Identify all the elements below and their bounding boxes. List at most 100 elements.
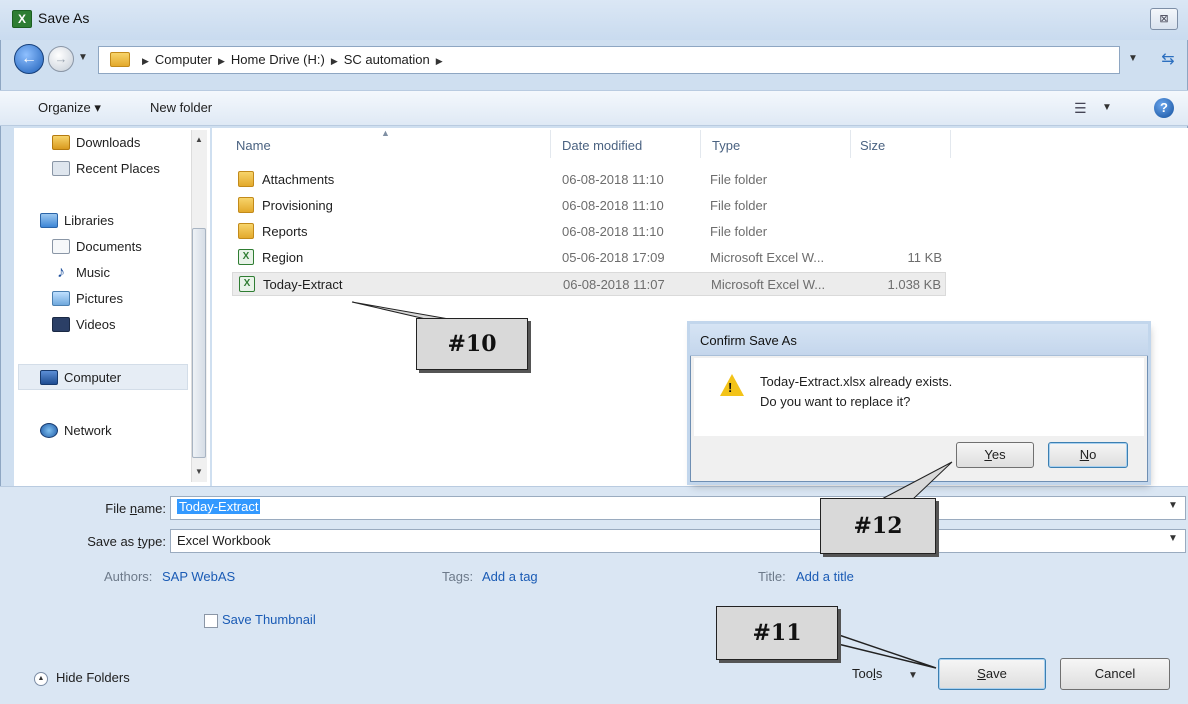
authors-label: Authors: bbox=[104, 569, 153, 584]
sidebar-item-network[interactable]: Network bbox=[40, 418, 112, 442]
callout-12: #12 bbox=[820, 498, 936, 554]
folder-icon bbox=[238, 223, 254, 239]
savetype-label: Save as type: bbox=[87, 534, 166, 549]
authors-value[interactable]: SAP WebAS bbox=[162, 569, 235, 584]
save-button[interactable]: Save bbox=[938, 658, 1046, 690]
excel-file-icon: X bbox=[238, 249, 254, 265]
scroll-up-icon[interactable]: ▲ bbox=[191, 132, 207, 148]
new-folder-button[interactable]: New folder bbox=[150, 100, 212, 115]
recent-pages-dropdown-icon[interactable]: ▼ bbox=[78, 52, 88, 63]
confirm-message-line2: Do you want to replace it? bbox=[760, 394, 911, 409]
table-row[interactable]: Reports 06-08-2018 11:10 File folder bbox=[232, 220, 946, 244]
music-icon: ♪ bbox=[57, 263, 65, 281]
tools-button[interactable]: Tools bbox=[852, 666, 882, 681]
breadcrumb-item-home-drive[interactable]: Home Drive (H:) bbox=[231, 52, 325, 67]
forward-arrow-icon[interactable]: → bbox=[48, 46, 74, 72]
file-name: Region bbox=[262, 250, 304, 265]
table-row[interactable]: Provisioning 06-08-2018 11:10 File folde… bbox=[232, 194, 946, 218]
views-dropdown-icon[interactable]: ▼ bbox=[1102, 102, 1112, 113]
column-divider[interactable] bbox=[850, 130, 851, 158]
filename-value: Today-Extract bbox=[177, 499, 261, 514]
breadcrumb-item-sc-automation[interactable]: SC automation bbox=[344, 52, 430, 67]
refresh-icon[interactable]: ⇆ bbox=[1156, 48, 1180, 72]
add-title-link[interactable]: Add a title bbox=[796, 569, 854, 584]
computer-icon bbox=[40, 369, 58, 385]
videos-icon bbox=[52, 316, 70, 332]
filename-input[interactable]: Today-Extract bbox=[170, 496, 1186, 520]
file-type: Microsoft Excel W... bbox=[710, 250, 825, 265]
chevron-up-icon[interactable]: ▲ bbox=[34, 672, 48, 686]
no-button[interactable]: No bbox=[1048, 442, 1128, 468]
add-tag-link[interactable]: Add a tag bbox=[482, 569, 538, 584]
file-name: Reports bbox=[262, 224, 308, 239]
filename-dropdown-icon[interactable]: ▼ bbox=[1168, 500, 1178, 511]
network-icon bbox=[40, 422, 58, 438]
column-header-size[interactable]: Size bbox=[860, 138, 885, 153]
chevron-right-icon[interactable]: ▶ bbox=[436, 56, 443, 66]
callout-10: #10 bbox=[416, 318, 528, 370]
file-date: 05-06-2018 17:09 bbox=[562, 250, 665, 265]
sidebar-item-label: Documents bbox=[76, 238, 142, 254]
sidebar-item-computer[interactable]: Computer bbox=[40, 365, 121, 389]
sidebar-item-videos[interactable]: Videos bbox=[52, 312, 116, 336]
scrollbar-thumb[interactable] bbox=[192, 228, 206, 458]
sidebar-item-recent-places[interactable]: Recent Places bbox=[52, 156, 160, 180]
address-dropdown-icon[interactable]: ▼ bbox=[1128, 53, 1138, 64]
close-button[interactable]: ⊠ bbox=[1150, 8, 1178, 30]
sidebar-item-pictures[interactable]: Pictures bbox=[52, 286, 123, 310]
sidebar-item-label: Libraries bbox=[64, 212, 114, 228]
sidebar-item-label: Downloads bbox=[76, 134, 141, 150]
breadcrumb-item-computer[interactable]: Computer bbox=[155, 52, 212, 67]
help-icon[interactable]: ? bbox=[1154, 98, 1174, 118]
chevron-right-icon[interactable]: ▶ bbox=[142, 56, 149, 66]
file-date: 06-08-2018 11:07 bbox=[563, 277, 665, 292]
sidebar-item-music[interactable]: ♪ Music bbox=[52, 260, 110, 284]
file-date: 06-08-2018 11:10 bbox=[562, 198, 664, 213]
organize-button[interactable]: Organize ▾ bbox=[38, 100, 101, 116]
documents-icon bbox=[52, 238, 70, 254]
breadcrumb: ▶ Computer ▶ Home Drive (H:) ▶ SC automation ▶ bbox=[136, 52, 449, 67]
save-as-type-select[interactable]: Excel Workbook bbox=[170, 529, 1186, 553]
confirm-message-line1: Today-Extract.xlsx already exists. bbox=[760, 374, 953, 389]
file-type: File folder bbox=[710, 224, 768, 239]
table-row-selected[interactable]: X Today-Extract 06-08-2018 11:07 Microso… bbox=[232, 272, 946, 296]
window-title: Save As bbox=[38, 10, 90, 26]
sidebar-item-libraries[interactable]: Libraries bbox=[40, 208, 114, 232]
confirm-dialog-title: Confirm Save As bbox=[700, 333, 797, 348]
filename-label: File name: bbox=[105, 501, 166, 516]
column-divider[interactable] bbox=[700, 130, 701, 158]
recent-places-icon bbox=[52, 160, 70, 176]
file-date: 06-08-2018 11:10 bbox=[562, 172, 664, 187]
table-row[interactable]: Attachments 06-08-2018 11:10 File folder bbox=[232, 168, 946, 192]
sidebar-item-label: Recent Places bbox=[76, 160, 160, 176]
callout-11: #11 bbox=[716, 606, 838, 660]
sidebar-item-downloads[interactable]: Downloads bbox=[52, 130, 140, 154]
save-thumbnail-label[interactable]: Save Thumbnail bbox=[222, 612, 316, 627]
column-header-type[interactable]: Type bbox=[712, 138, 740, 153]
column-header-date-modified[interactable]: Date modified bbox=[562, 138, 642, 153]
save-as-type-dropdown-icon[interactable]: ▼ bbox=[1168, 533, 1178, 544]
file-date: 06-08-2018 11:10 bbox=[562, 224, 664, 239]
sort-ascending-icon: ▲ bbox=[381, 128, 390, 138]
file-type: File folder bbox=[710, 198, 768, 213]
file-size: 1.038 KB bbox=[887, 277, 942, 292]
chevron-right-icon[interactable]: ▶ bbox=[218, 56, 225, 66]
chevron-right-icon[interactable]: ▶ bbox=[331, 56, 338, 66]
views-icon[interactable]: ☰ bbox=[1074, 100, 1087, 117]
sidebar-item-documents[interactable]: Documents bbox=[52, 234, 142, 258]
hide-folders-button[interactable]: Hide Folders bbox=[56, 670, 130, 685]
column-header-name[interactable]: Name bbox=[236, 138, 271, 153]
scroll-down-icon[interactable]: ▼ bbox=[191, 464, 207, 480]
file-size: 11 KB bbox=[907, 250, 942, 265]
column-divider[interactable] bbox=[550, 130, 551, 158]
column-divider[interactable] bbox=[950, 130, 951, 158]
warning-exclamation: ! bbox=[728, 380, 733, 395]
table-row[interactable]: X Region 05-06-2018 17:09 Microsoft Exce… bbox=[232, 246, 946, 270]
title-label: Title: bbox=[758, 569, 786, 584]
tools-dropdown-icon[interactable]: ▼ bbox=[908, 670, 918, 681]
cancel-button[interactable]: Cancel bbox=[1060, 658, 1170, 690]
save-thumbnail-checkbox[interactable] bbox=[204, 614, 218, 628]
file-type: File folder bbox=[710, 172, 768, 187]
yes-button[interactable]: Yes bbox=[956, 442, 1034, 468]
back-arrow-icon[interactable]: ← bbox=[14, 44, 44, 74]
